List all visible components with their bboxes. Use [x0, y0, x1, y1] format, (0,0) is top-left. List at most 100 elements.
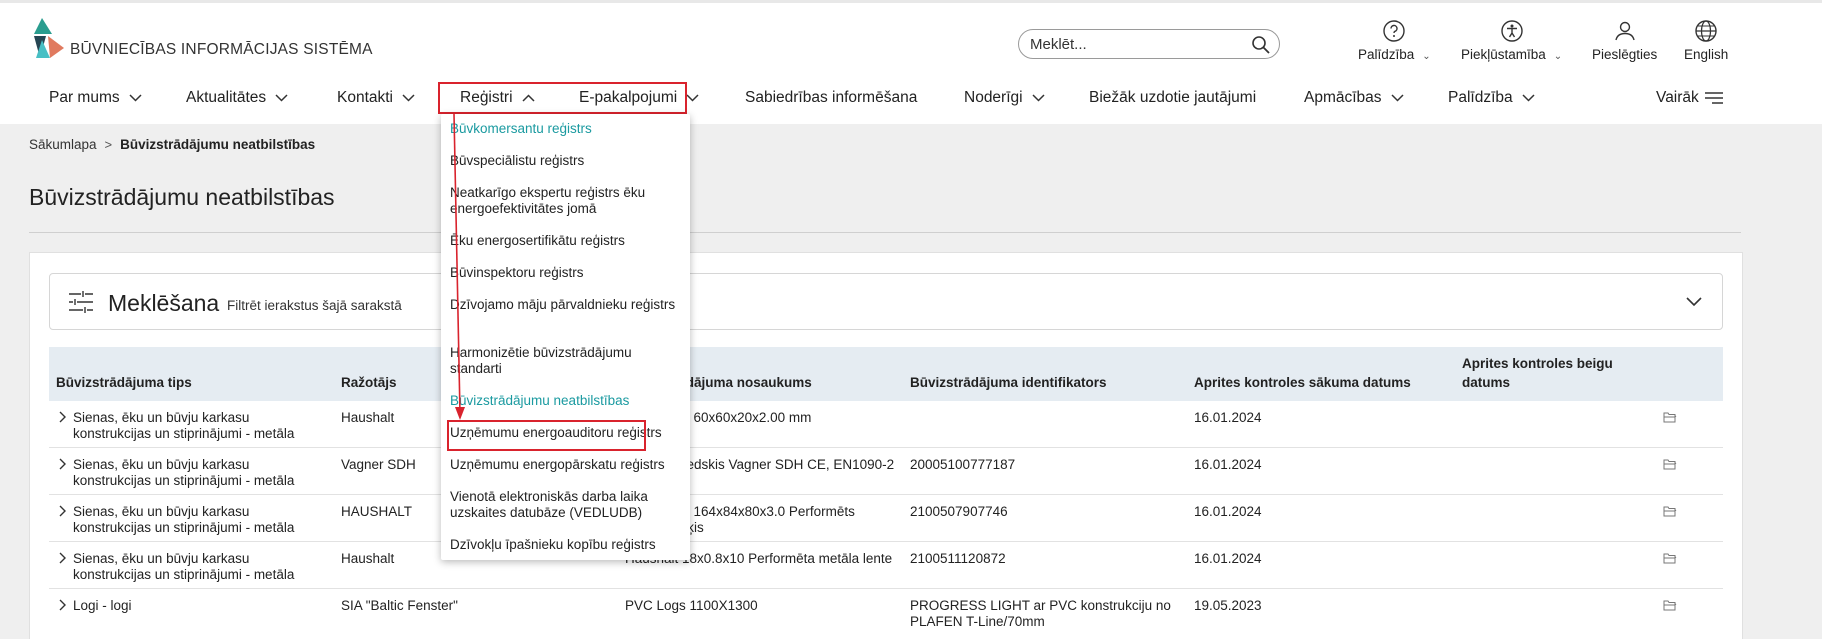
- accessibility-icon: [1500, 20, 1523, 42]
- language-switch[interactable]: English: [1684, 19, 1728, 62]
- search-panel[interactable]: Meklēšana Filtrēt ierakstus šajā sarakst…: [49, 273, 1723, 330]
- folder-open-icon[interactable]: [1663, 553, 1677, 564]
- chevron-down-icon: [1032, 94, 1045, 102]
- help-label: Palīdzība: [1358, 47, 1415, 62]
- search-icon[interactable]: [1251, 35, 1271, 55]
- cell-maker: SIA "Baltic Fenster": [341, 598, 458, 613]
- login-button[interactable]: Pieslēgties: [1592, 19, 1657, 62]
- column-header[interactable]: Aprites kontroles sākuma datums: [1194, 373, 1411, 392]
- search-panel-subtitle: Filtrēt ierakstus šajā sarakstā: [227, 298, 402, 313]
- menu-item-buvizstradajumu-neatbilstibas[interactable]: Būvizstrādājumu neatbilstības: [450, 393, 682, 409]
- chevron-right-icon[interactable]: [59, 458, 67, 470]
- nav-item-noderigi[interactable]: Noderīgi: [964, 89, 1045, 107]
- nav-item-par-mums[interactable]: Par mums: [49, 89, 142, 107]
- menu-item-buvspecialistu-registrs[interactable]: Būvspeciālistu reģistrs: [450, 153, 682, 169]
- chevron-down-icon: ⌄: [1553, 51, 1563, 62]
- chevron-down-icon: [686, 94, 699, 102]
- cell-start-date: 16.01.2024: [1194, 504, 1262, 519]
- annotation-highlight-nav: [438, 82, 687, 114]
- nav-item-aktualitates[interactable]: Aktualitātes: [186, 89, 288, 107]
- nav-item-sabiedribas-informesana[interactable]: Sabiedrības informēšana: [745, 89, 917, 107]
- login-label: Pieslēgties: [1592, 47, 1658, 62]
- chevron-down-icon: [1391, 94, 1404, 102]
- nav-label: Apmācības: [1304, 89, 1382, 106]
- table-row[interactable]: Sienas, ēku un būvju karkasu konstrukcij…: [49, 448, 1723, 495]
- menu-item-harmonizetie-standarti[interactable]: Harmonizētie būvizstrādājumu standarti: [450, 345, 682, 377]
- menu-item-uznemumu-energoparskatu-registrs[interactable]: Uzņēmumu energopārskatu reģistrs: [450, 457, 682, 473]
- header-search[interactable]: [1018, 29, 1280, 59]
- language-label: English: [1684, 47, 1729, 62]
- table-row[interactable]: Logi - logi SIA "Baltic Fenster" PVC Log…: [49, 589, 1723, 639]
- user-icon: [1614, 21, 1635, 41]
- chevron-right-icon[interactable]: [59, 505, 67, 517]
- nav-label: Sabiedrības informēšana: [745, 89, 918, 106]
- search-input[interactable]: [1030, 36, 1240, 53]
- accessibility-label: Piekļūstamība: [1461, 47, 1546, 62]
- nav-label: Par mums: [49, 89, 120, 106]
- folder-open-icon[interactable]: [1663, 506, 1677, 517]
- cell-type: Sienas, ēku un būvju karkasu konstrukcij…: [73, 410, 295, 441]
- chevron-down-icon: [129, 94, 142, 102]
- cell-type: Logi - logi: [73, 598, 132, 613]
- menu-item-eku-energosertifikatu-registrs[interactable]: Ēku energosertifikātu reģistrs: [450, 233, 682, 249]
- nav-label: Palīdzība: [1448, 89, 1513, 106]
- table-row[interactable]: Sienas, ēku un būvju karkasu konstrukcij…: [49, 495, 1723, 542]
- divider: [29, 232, 1741, 233]
- column-header[interactable]: Būvizstrādājuma tips: [56, 373, 192, 392]
- table-row[interactable]: Sienas, ēku un būvju karkasu konstrukcij…: [49, 401, 1723, 448]
- menu-item-buvkomersantu-registrs[interactable]: Būvkomersantu reģistrs: [450, 121, 682, 137]
- cell-start-date: 19.05.2023: [1194, 598, 1262, 613]
- chevron-down-icon[interactable]: [1686, 297, 1702, 307]
- folder-open-icon[interactable]: [1663, 600, 1677, 611]
- cell-identifier: PROGRESS LIGHT ar PVC konstrukciju no PL…: [910, 598, 1171, 629]
- breadcrumb-current: Būvizstrādājumu neatbilstības: [120, 137, 316, 152]
- menu-item-dzivojamo-maju-parvaldnieku-registrs[interactable]: Dzīvojamo māju pārvaldnieku reģistrs: [450, 297, 682, 313]
- cell-name: PVC Logs 1100X1300: [625, 598, 758, 613]
- menu-item-buvinspektoru-registrs[interactable]: Būvinspektoru reģistrs: [450, 265, 682, 281]
- site-logo[interactable]: BŪVNIECĪBAS INFORMĀCIJAS SISTĒMA: [32, 18, 373, 60]
- chevron-down-icon: [275, 94, 288, 102]
- folder-open-icon[interactable]: [1663, 412, 1677, 423]
- folder-open-icon[interactable]: [1663, 459, 1677, 470]
- cell-identifier: 20005100777187: [910, 457, 1016, 472]
- filter-sliders-icon: [69, 291, 93, 313]
- column-header[interactable]: Ražotājs: [341, 373, 397, 392]
- nav-label: Noderīgi: [964, 89, 1023, 106]
- nav-item-biezak-uzdotie-jautajumi[interactable]: Biežāk uzdotie jautājumi: [1089, 89, 1256, 107]
- chevron-right-icon[interactable]: [59, 411, 67, 423]
- accessibility-menu[interactable]: Piekļūstamība ⌄: [1461, 19, 1562, 62]
- cell-type: Sienas, ēku un būvju karkasu konstrukcij…: [73, 551, 295, 582]
- column-header[interactable]: Aprites kontroles beigu datums: [1462, 354, 1662, 392]
- cell-start-date: 16.01.2024: [1194, 410, 1262, 425]
- nav-item-kontakti[interactable]: Kontakti: [337, 89, 415, 107]
- breadcrumb-separator: >: [104, 137, 113, 152]
- page-title: Būvizstrādājumu neatbilstības: [29, 184, 335, 210]
- chevron-down-icon: [1522, 94, 1535, 102]
- cell-identifier: 2100511120872: [910, 551, 1006, 566]
- logo-icon: [34, 18, 64, 58]
- menu-item-dzivoklu-ipasnieku-kopibu-registrs[interactable]: Dzīvokļu īpašnieku kopību reģistrs: [450, 537, 682, 553]
- nav-label: Biežāk uzdotie jautājumi: [1089, 89, 1257, 106]
- menu-item-neatkarigo-ekspertu-registrs[interactable]: Neatkarīgo ekspertu reģistrs ēku energoe…: [450, 185, 682, 217]
- nav-label: Kontakti: [337, 89, 394, 106]
- table-row[interactable]: Sienas, ēku un būvju karkasu konstrukcij…: [49, 542, 1723, 589]
- globe-icon: [1695, 20, 1717, 42]
- help-menu[interactable]: Palīdzība ⌄: [1358, 19, 1431, 62]
- chevron-right-icon[interactable]: [59, 599, 67, 611]
- question-circle-icon: [1383, 20, 1406, 42]
- cell-type: Sienas, ēku un būvju karkasu konstrukcij…: [73, 457, 295, 488]
- registri-dropdown-menu: Būvkomersantu reģistrs Būvspeciālistu re…: [441, 114, 690, 560]
- search-panel-title: Meklēšana: [108, 290, 220, 316]
- cell-start-date: 16.01.2024: [1194, 551, 1262, 566]
- nav-label: Aktualitātes: [186, 89, 267, 106]
- cell-identifier: 2100507907746: [910, 504, 1008, 519]
- breadcrumb-home[interactable]: Sākumlapa: [29, 137, 97, 152]
- menu-item-vedludb[interactable]: Vienotā elektroniskās darba laika uzskai…: [450, 489, 682, 521]
- nav-item-palidziba[interactable]: Palīdzība: [1448, 89, 1535, 107]
- menu-lines-icon: [1704, 92, 1723, 104]
- nav-more-button[interactable]: Vairāk: [1656, 89, 1723, 107]
- chevron-right-icon[interactable]: [59, 552, 67, 564]
- column-header[interactable]: Būvizstrādājuma identifikators: [910, 373, 1107, 392]
- nav-item-apmacibas[interactable]: Apmācības: [1304, 89, 1404, 107]
- breadcrumb: Sākumlapa > Būvizstrādājumu neatbilstība…: [29, 137, 315, 152]
